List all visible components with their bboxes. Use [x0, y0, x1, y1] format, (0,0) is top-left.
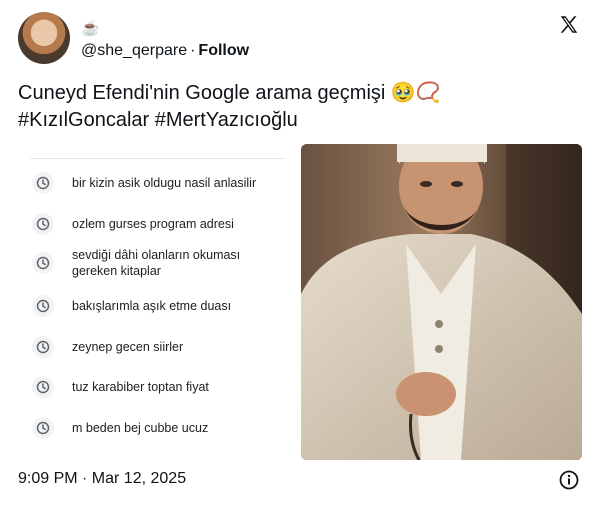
history-text: bakışlarımla aşık etme duası	[72, 299, 232, 313]
history-item: bakışlarımla aşık etme duası	[32, 295, 290, 317]
history-item: ozlem gurses program adresi	[32, 213, 290, 235]
tweet-header: ☕ @she_qerpare · Follow	[18, 12, 582, 68]
tweet-timestamp[interactable]: 9:09 PM · Mar 12, 2025	[18, 470, 186, 488]
history-text: m beden bej cubbe ucuz	[72, 421, 209, 435]
follow-button[interactable]: Follow	[198, 42, 249, 59]
author-line: @she_qerpare · Follow	[81, 42, 249, 60]
history-text: ozlem gurses program adresi	[72, 217, 234, 231]
tweet-text: Cuneyd Efendi'nin Google arama geçmişi 🥹…	[18, 80, 578, 134]
clock-icon	[32, 252, 54, 274]
history-text: zeynep gecen siirler	[72, 340, 184, 354]
info-icon[interactable]	[559, 470, 579, 490]
avatar[interactable]	[18, 12, 70, 64]
tweet-text-line-1: Cuneyd Efendi'nin Google arama geçmişi 🥹…	[18, 82, 441, 104]
history-text: sevdiği dâhi olanların okuması gereken k…	[72, 248, 241, 278]
separator-dot: ·	[190, 42, 196, 59]
clock-icon	[32, 336, 54, 358]
attached-photo[interactable]	[301, 144, 582, 460]
history-text: tuz karabiber toptan fiyat	[72, 380, 209, 394]
history-item: bir kizin asik oldugu nasil anlasilir	[32, 172, 290, 194]
author-handle[interactable]: @she_qerpare	[81, 42, 187, 59]
search-history-screenshot: bir kizin asik oldugu nasil anlasilir oz…	[18, 144, 290, 460]
x-logo-icon[interactable]	[558, 14, 580, 36]
history-item: tuz karabiber toptan fiyat	[32, 376, 290, 398]
tweet-text-line-2[interactable]: #KızılGoncalar #MertYazıcıoğlu	[18, 107, 578, 134]
clock-icon	[32, 213, 54, 235]
history-item: zeynep gecen siirler	[32, 336, 290, 358]
clock-icon	[32, 172, 54, 194]
history-text: bir kizin asik oldugu nasil anlasilir	[72, 176, 257, 190]
display-name-emoji: ☕	[81, 20, 100, 37]
clock-icon	[32, 417, 54, 439]
photo-illustration	[301, 144, 582, 460]
clock-icon	[32, 295, 54, 317]
divider	[30, 158, 286, 159]
history-item: m beden bej cubbe ucuz	[32, 417, 290, 439]
history-item: sevdiği dâhi olanların okuması gereken k…	[32, 247, 290, 279]
clock-icon	[32, 376, 54, 398]
